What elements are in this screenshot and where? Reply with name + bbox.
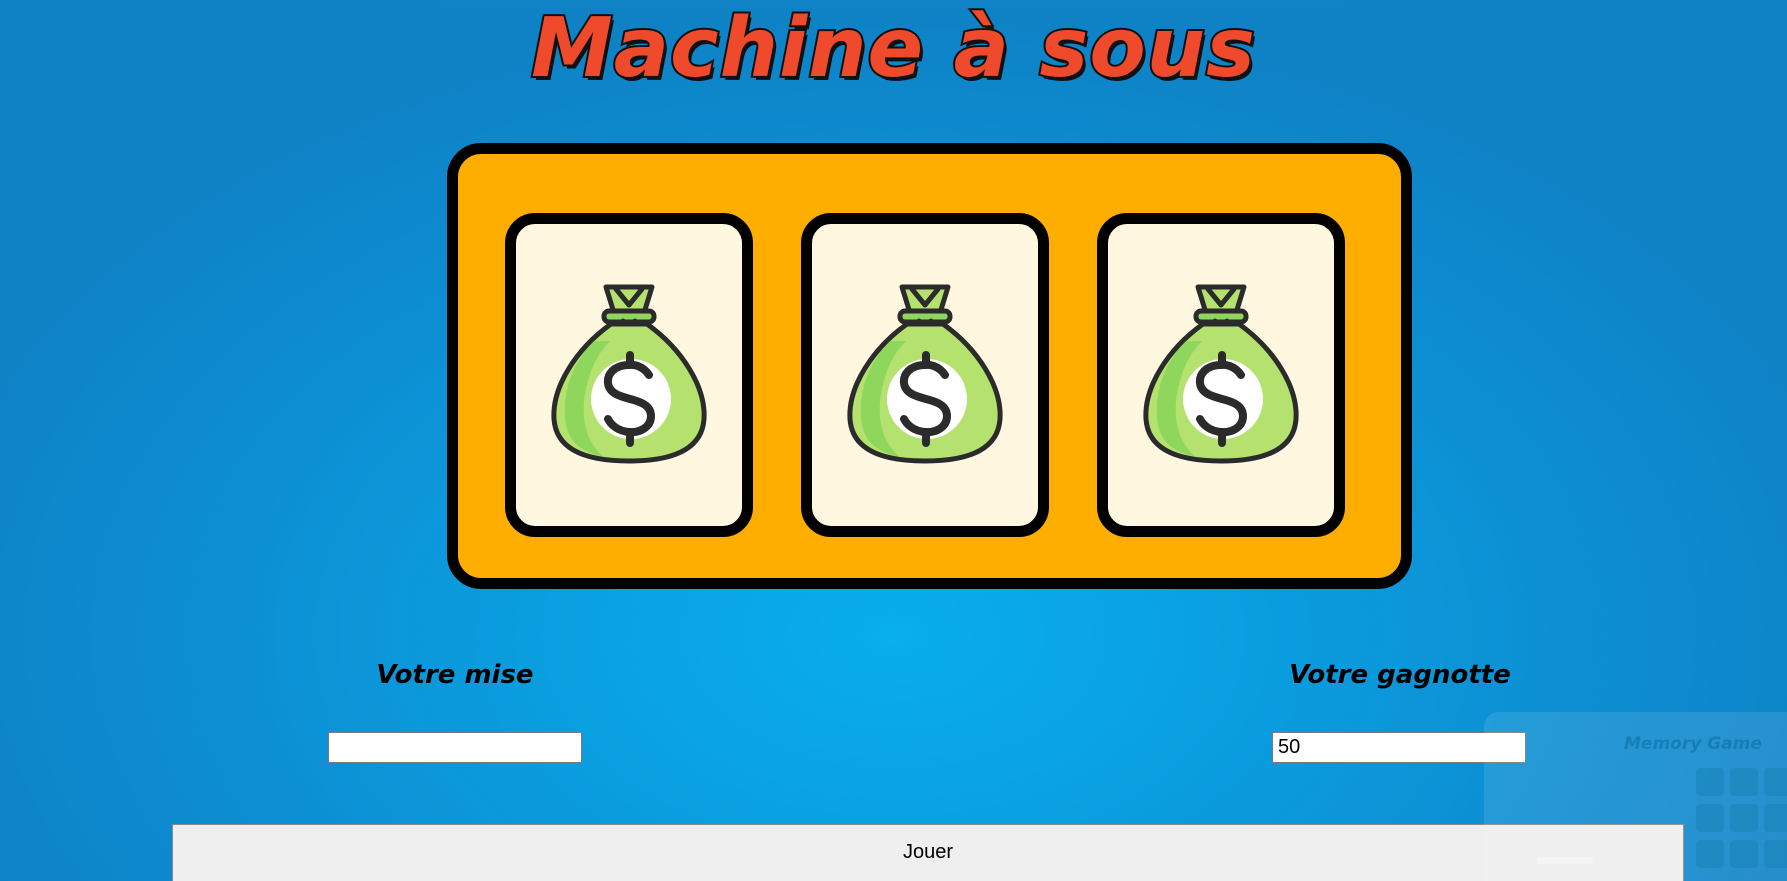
- bet-input[interactable]: [328, 732, 582, 763]
- play-button[interactable]: Jouer: [172, 824, 1684, 881]
- thumbnail-tile: [1730, 840, 1758, 868]
- slot-machine: [447, 143, 1412, 589]
- thumbnail-tile: [1696, 804, 1724, 832]
- thumbnail-tile: [1696, 768, 1724, 796]
- thumbnail-tile: [1764, 840, 1787, 868]
- thumbnail-tile: [1696, 840, 1724, 868]
- bet-label: Votre mise: [376, 660, 534, 690]
- thumbnail-bar: [1537, 857, 1593, 864]
- reel-3: [1097, 213, 1345, 537]
- page-title: Machine à sous: [529, 0, 1257, 98]
- reel-2: [801, 213, 1049, 537]
- money-bag-icon: [551, 284, 707, 464]
- thumbnail-tile: [1730, 768, 1758, 796]
- money-bag-icon: [847, 284, 1003, 464]
- thumbnail-tile: [1730, 804, 1758, 832]
- reel-1: [505, 213, 753, 537]
- memory-game-thumbnail[interactable]: Memory Game: [1484, 712, 1787, 881]
- thumbnail-tile: [1764, 804, 1787, 832]
- thumbnail-title: Memory Game: [1624, 734, 1762, 754]
- thumbnail-tile: [1764, 768, 1787, 796]
- winnings-label: Votre gagnotte: [1289, 660, 1511, 690]
- money-bag-icon: [1143, 284, 1299, 464]
